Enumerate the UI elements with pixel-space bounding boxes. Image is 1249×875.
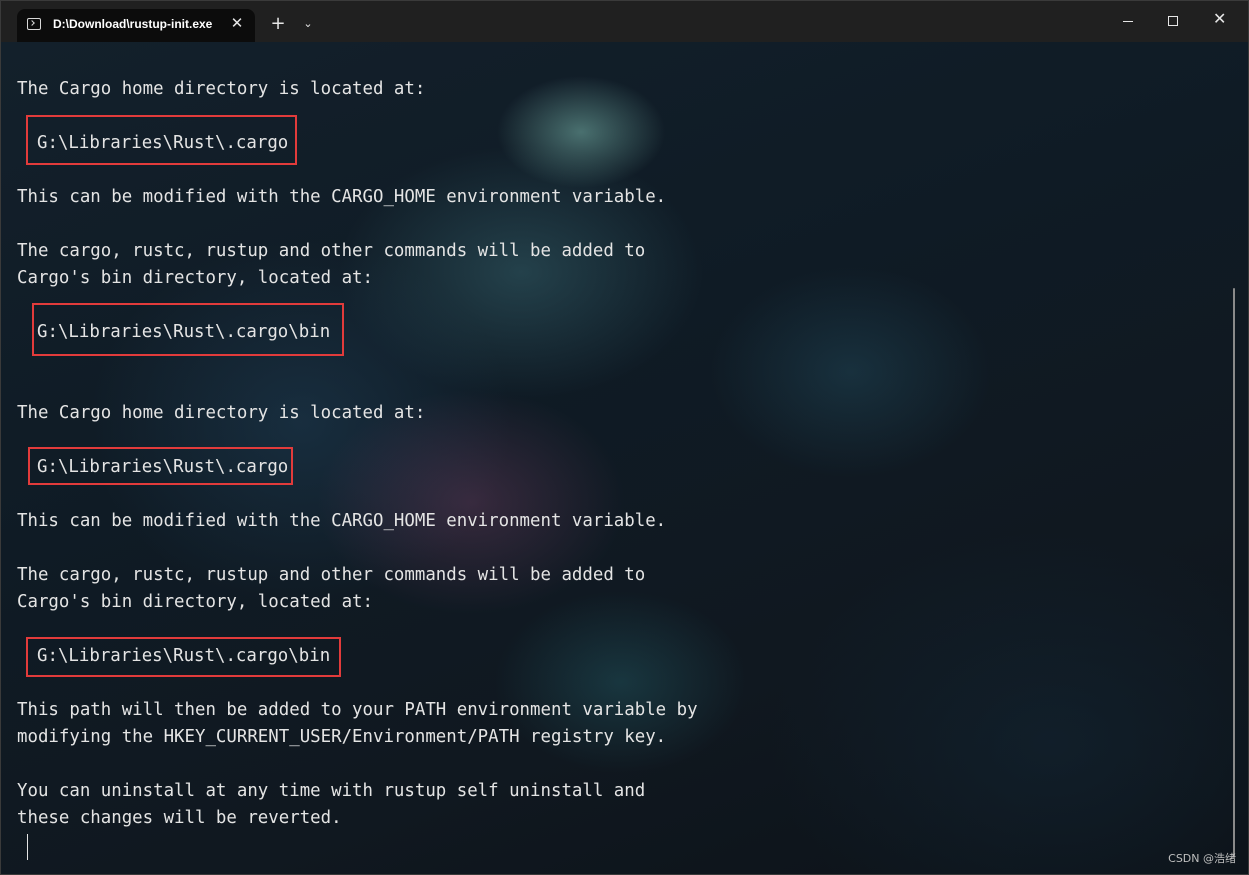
terminal-icon <box>27 18 41 30</box>
close-window-button[interactable]: ✕ <box>1197 1 1243 42</box>
output-line: The Cargo home directory is located at: <box>17 403 426 423</box>
output-line: Cargo's bin directory, located at: <box>17 592 373 612</box>
output-line: these changes will be reverted. <box>17 808 342 828</box>
text-cursor <box>27 834 28 860</box>
maximize-icon <box>1168 16 1178 26</box>
output-line: The cargo, rustc, rustup and other comma… <box>17 241 646 261</box>
path-line: G:\Libraries\Rust\.cargo\bin <box>37 322 331 342</box>
title-bar[interactable]: D:\Download\rustup-init.exe ✕ + ⌄ ✕ <box>1 1 1248 42</box>
output-line: The cargo, rustc, rustup and other comma… <box>17 565 646 585</box>
output-line: Cargo's bin directory, located at: <box>17 268 373 288</box>
chevron-down-icon[interactable]: ⌄ <box>297 13 319 35</box>
close-icon: ✕ <box>1213 9 1227 28</box>
minimize-button[interactable] <box>1105 1 1151 42</box>
maximize-button[interactable] <box>1151 1 1197 42</box>
tab-title: D:\Download\rustup-init.exe <box>53 17 213 31</box>
path-line: G:\Libraries\Rust\.cargo <box>37 457 289 477</box>
tab-close-button[interactable]: ✕ <box>229 15 245 31</box>
watermark: CSDN @浩绪 <box>1168 852 1236 865</box>
output-line: This can be modified with the CARGO_HOME… <box>17 511 667 531</box>
path-line: G:\Libraries\Rust\.cargo <box>37 133 289 153</box>
output-line: modifying the HKEY_CURRENT_USER/Environm… <box>17 727 667 747</box>
tab-rustup-init[interactable]: D:\Download\rustup-init.exe ✕ <box>17 9 255 42</box>
minimize-icon <box>1123 21 1133 22</box>
output-line: You can uninstall at any time with rustu… <box>17 781 646 801</box>
output-line: This can be modified with the CARGO_HOME… <box>17 187 667 207</box>
terminal-output[interactable]: The Cargo home directory is located at: … <box>1 42 1248 874</box>
new-tab-button[interactable]: + <box>267 13 289 35</box>
output-line: The Cargo home directory is located at: <box>17 79 426 99</box>
terminal-window: D:\Download\rustup-init.exe ✕ + ⌄ ✕ The … <box>0 0 1249 875</box>
scrollbar[interactable] <box>1233 288 1235 858</box>
path-line: G:\Libraries\Rust\.cargo\bin <box>37 646 331 666</box>
output-line: This path will then be added to your PAT… <box>17 700 698 720</box>
